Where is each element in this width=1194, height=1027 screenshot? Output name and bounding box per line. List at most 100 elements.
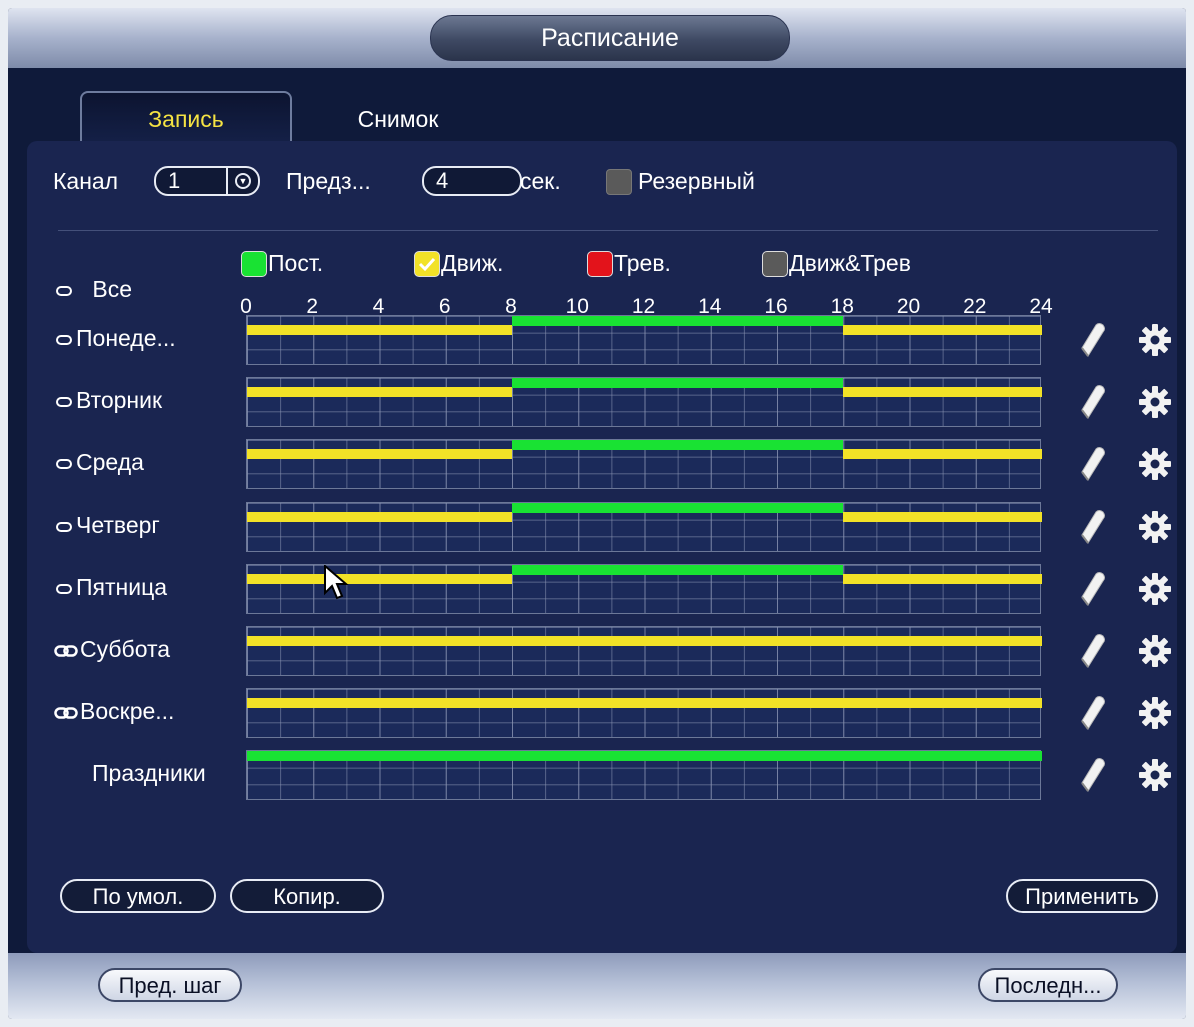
day-row-label[interactable]: Четверг	[56, 512, 160, 539]
day-name: Четверг	[76, 511, 160, 538]
prerecord-value: 4	[436, 168, 449, 193]
last-button[interactable]: Последн...	[978, 968, 1118, 1002]
gear-icon[interactable]	[1138, 323, 1172, 362]
channel-label: Канал	[53, 168, 119, 194]
legend-alarm-box[interactable]	[587, 251, 613, 277]
edit-icon[interactable]	[1080, 322, 1106, 363]
divider	[58, 230, 1158, 231]
gear-icon[interactable]	[1138, 572, 1172, 611]
constant-segment[interactable]	[512, 378, 844, 389]
unlinked-icon	[56, 459, 72, 470]
tab-record[interactable]: Запись	[80, 91, 292, 147]
day-row-label[interactable]: Суббота	[54, 636, 170, 663]
schedule-timeline[interactable]	[246, 750, 1042, 801]
day-name: Пятница	[76, 573, 168, 600]
motion-segment[interactable]	[843, 325, 1042, 335]
edit-icon[interactable]	[1080, 757, 1106, 798]
constant-segment[interactable]	[512, 564, 844, 575]
mouse-cursor-icon	[324, 565, 349, 600]
constant-segment[interactable]	[512, 440, 844, 451]
prerecord-input[interactable]: 4	[422, 166, 522, 196]
day-name: Праздники	[92, 760, 206, 787]
day-row-label[interactable]: Понеде...	[56, 325, 176, 352]
redundant-checkbox[interactable]	[606, 169, 632, 195]
title-bar: Расписание	[8, 8, 1186, 68]
apply-button[interactable]: Применить	[1006, 879, 1158, 913]
legend-motion-alarm-label: Движ&Трев	[789, 250, 911, 276]
motion-segment[interactable]	[247, 325, 512, 335]
window-title: Расписание	[430, 15, 790, 61]
gear-icon[interactable]	[1138, 634, 1172, 673]
gear-icon[interactable]	[1138, 758, 1172, 797]
gear-icon[interactable]	[1138, 696, 1172, 735]
constant-segment[interactable]	[247, 751, 1042, 762]
edit-icon[interactable]	[1080, 384, 1106, 425]
motion-segment[interactable]	[843, 573, 1042, 584]
legend-motion-box[interactable]	[414, 251, 440, 277]
motion-segment[interactable]	[843, 387, 1042, 398]
day-row-label[interactable]: Пятница	[56, 574, 167, 601]
edit-icon[interactable]	[1080, 695, 1106, 736]
channel-value: 1	[168, 168, 181, 193]
prerecord-unit: сек.	[520, 168, 561, 194]
unlinked-icon	[56, 285, 72, 296]
legend-motion-alarm-box[interactable]	[762, 251, 788, 277]
schedule-timeline[interactable]	[246, 501, 1042, 552]
gear-icon[interactable]	[1138, 510, 1172, 549]
gear-icon[interactable]	[1138, 447, 1172, 486]
constant-segment[interactable]	[512, 502, 844, 513]
edit-icon[interactable]	[1080, 571, 1106, 612]
redundant-label: Резервный	[638, 168, 755, 194]
unlinked-icon	[56, 334, 72, 345]
legend-constant-label: Пост.	[268, 250, 324, 276]
linked-icon	[54, 636, 80, 662]
day-name: Среда	[76, 449, 144, 476]
motion-segment[interactable]	[247, 387, 512, 398]
dropdown-arrow-icon[interactable]: ▼	[226, 168, 258, 194]
day-row-label[interactable]: Воскре...	[54, 698, 174, 725]
motion-segment[interactable]	[247, 698, 1042, 709]
select-all-label: Все	[92, 276, 133, 302]
day-name: Понеде...	[76, 325, 176, 351]
day-name: Суббота	[80, 636, 171, 662]
day-name: Вторник	[76, 387, 163, 414]
edit-icon[interactable]	[1080, 446, 1106, 487]
select-all[interactable]: Все	[56, 276, 132, 303]
gear-icon[interactable]	[1138, 385, 1172, 424]
legend-constant-box[interactable]	[241, 251, 267, 277]
motion-segment[interactable]	[843, 511, 1042, 522]
edit-icon[interactable]	[1080, 633, 1106, 674]
unlinked-icon	[56, 583, 72, 594]
motion-segment[interactable]	[247, 511, 512, 522]
schedule-timeline[interactable]	[246, 315, 1042, 365]
bottom-bar: Пред. шаг Последн...	[8, 953, 1186, 1019]
edit-icon[interactable]	[1080, 509, 1106, 550]
legend-motion-label: Движ.	[441, 250, 504, 276]
day-name: Воскре...	[80, 698, 175, 725]
schedule-timeline[interactable]	[246, 688, 1042, 739]
copy-button[interactable]: Копир.	[230, 879, 384, 913]
schedule-timeline[interactable]	[246, 439, 1042, 490]
prerecord-label: Предз...	[286, 168, 371, 194]
unlinked-icon	[56, 397, 72, 408]
check-icon	[418, 257, 436, 272]
schedule-timeline[interactable]	[246, 626, 1042, 676]
day-row-label[interactable]: Вторник	[56, 387, 162, 414]
tab-snapshot[interactable]: Снимок	[318, 91, 478, 147]
schedule-timeline[interactable]	[246, 377, 1042, 428]
constant-segment[interactable]	[512, 316, 844, 326]
motion-segment[interactable]	[247, 449, 512, 460]
prev-step-button[interactable]: Пред. шаг	[98, 968, 242, 1002]
unlinked-icon	[56, 521, 72, 532]
day-row-label[interactable]: Среда	[56, 449, 144, 476]
motion-segment[interactable]	[843, 449, 1042, 460]
motion-segment[interactable]	[247, 573, 512, 584]
channel-select[interactable]: 1 ▼	[154, 166, 260, 196]
day-row-label[interactable]: Праздники	[92, 760, 206, 787]
legend-alarm-label: Трев.	[614, 250, 671, 276]
linked-icon	[54, 698, 80, 724]
motion-segment[interactable]	[247, 636, 1042, 646]
default-button[interactable]: По умол.	[60, 879, 216, 913]
schedule-window: Расписание Запись Снимок Канал 1 ▼ Предз…	[8, 8, 1186, 1019]
schedule-timeline[interactable]	[246, 563, 1042, 614]
